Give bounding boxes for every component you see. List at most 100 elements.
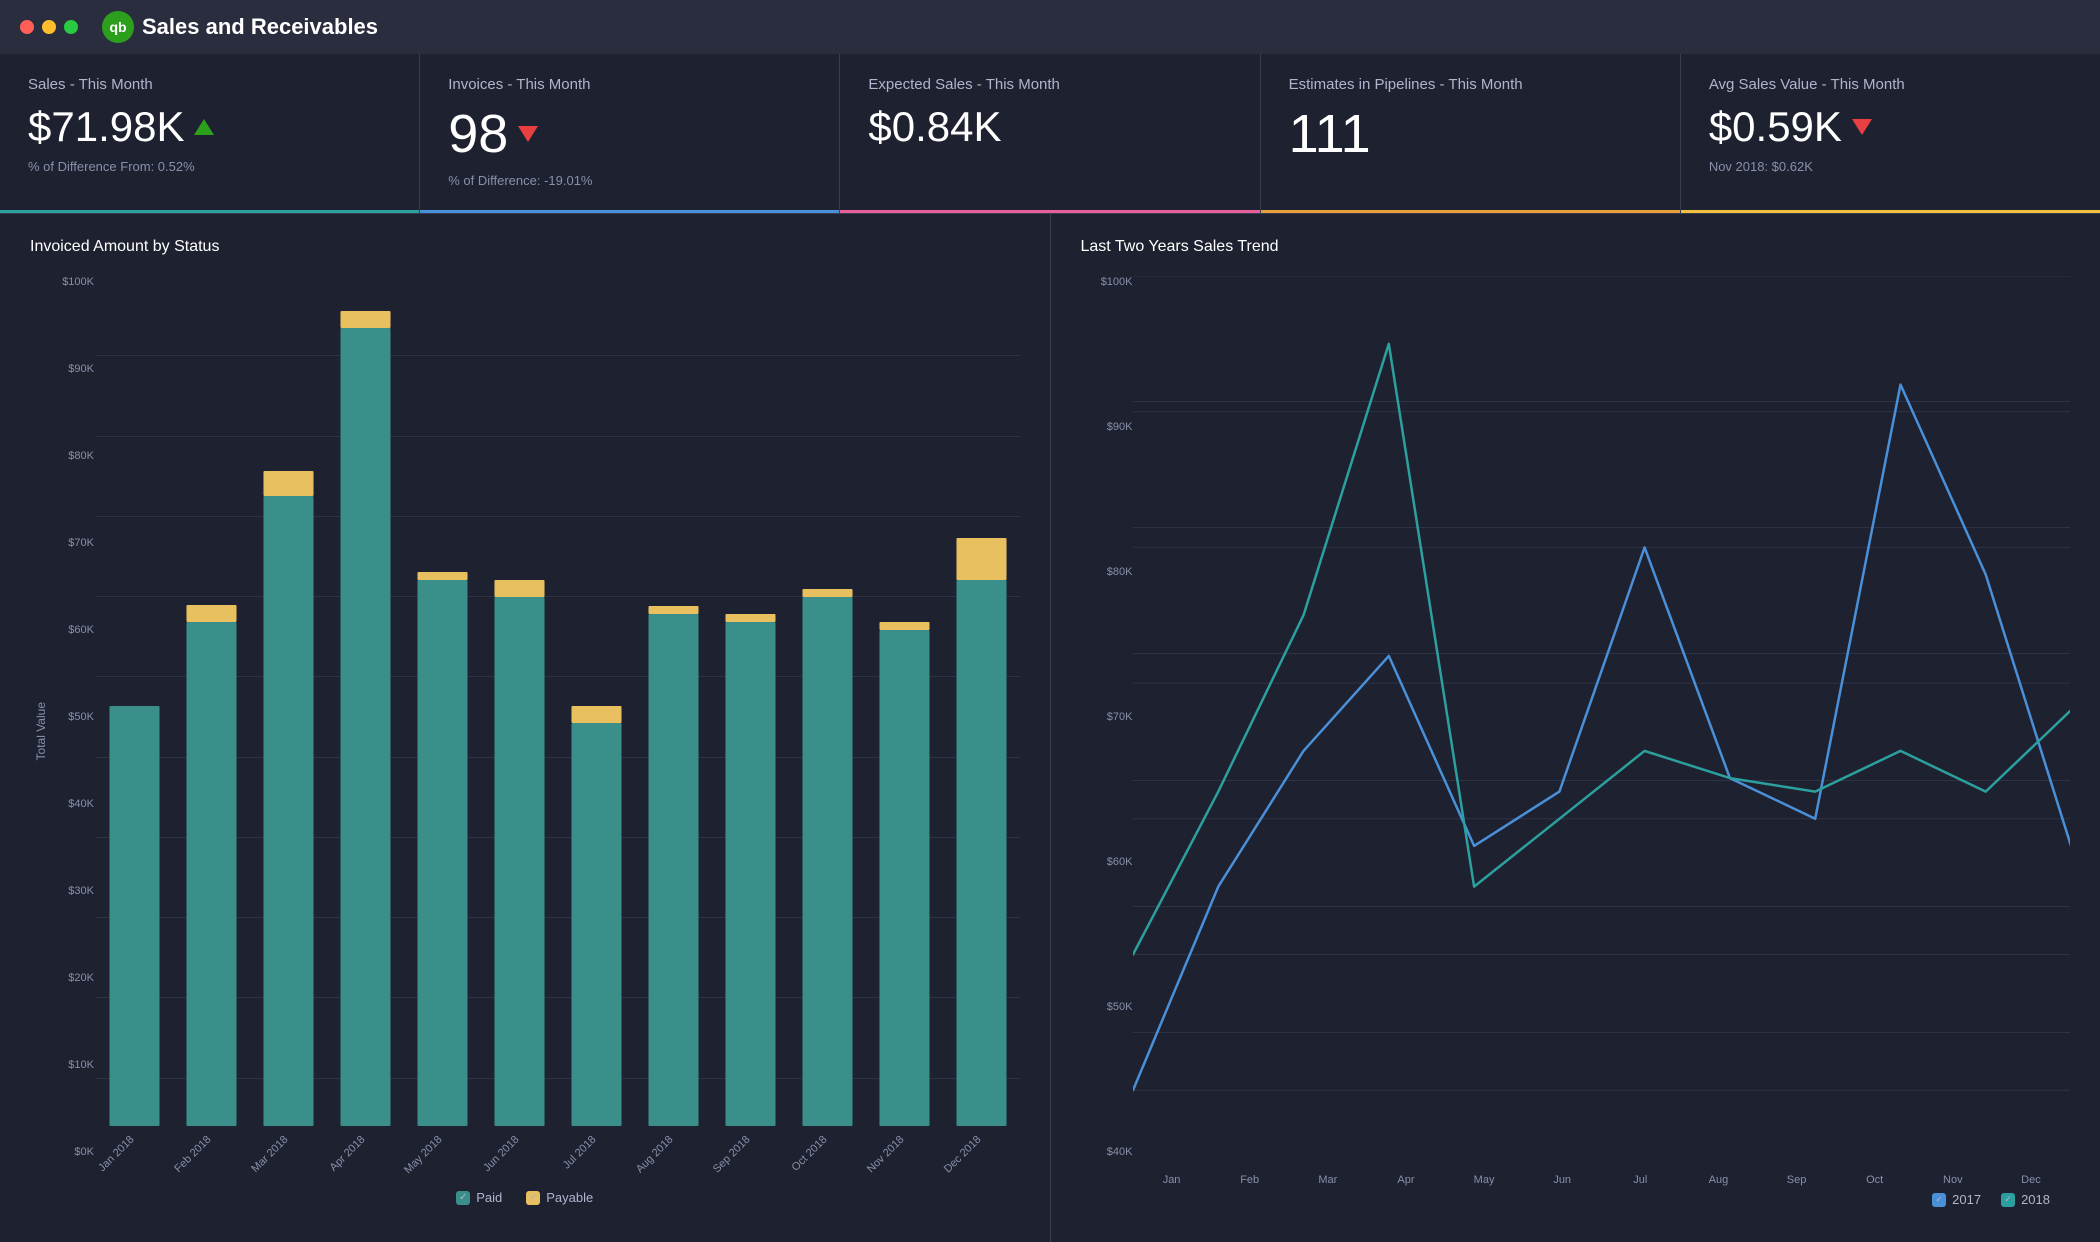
kpi-invoices-value-row: 98 [448,103,811,165]
kpi-avg-value-row: $0.59K [1709,103,2072,151]
line-legend: ✓ 2017 ✓ 2018 [1081,1192,2071,1207]
bar-chart-title: Invoiced Amount by Status [30,238,1020,256]
legend-paid-label: Paid [476,1190,502,1205]
kpi-sales-value-row: $71.98K [28,103,391,151]
kpi-sales-label: Sales - This Month [28,76,391,93]
svg-text:Aug 2018: Aug 2018 [634,1134,676,1176]
x-jun: Jun [1523,1174,1601,1186]
kpi-invoices: Invoices - This Month 98 % of Difference… [420,54,840,213]
kpi-expected-value: $0.84K [868,103,1001,151]
y-label-40k: $40K [52,798,94,810]
legend-2018-dot[interactable]: ✓ [2001,1193,2015,1207]
kpi-invoices-sub: % of Difference: -19.01% [448,173,811,188]
svg-text:Oct 2018: Oct 2018 [790,1134,830,1174]
app-title: Sales and Receivables [142,14,378,40]
maximize-button[interactable] [64,20,78,34]
kpi-sales-sub: % of Difference From: 0.52% [28,159,391,174]
arrow-down-icon [518,126,538,142]
svg-text:Jul 2018: Jul 2018 [561,1134,599,1172]
traffic-lights [20,20,78,34]
kpi-bar: Sales - This Month $71.98K % of Differen… [0,54,2100,214]
bar-legend: ✓ Paid ✓ Payable [30,1190,1020,1205]
line-chart-panel: Last Two Years Sales Trend $100K $90K $8… [1051,214,2100,1242]
minimize-button[interactable] [42,20,56,34]
charts-section: Invoiced Amount by Status Total Value [0,214,2100,1242]
kpi-avg-sales: Avg Sales Value - This Month $0.59K Nov … [1681,54,2100,213]
line-y-40k: $40K [1081,1146,1133,1158]
line-chart-area: $100K $90K $80K $70K $60K $50K $40K [1081,276,2071,1186]
svg-text:Dec 2018: Dec 2018 [942,1134,984,1176]
bar-chart-panel: Invoiced Amount by Status Total Value [0,214,1051,1242]
line-y-70k: $70K [1081,711,1133,723]
svg-text:Nov 2018: Nov 2018 [865,1134,907,1176]
legend-2017-dot[interactable]: ✓ [1932,1193,1946,1207]
y-label-70k: $70K [52,537,94,549]
svg-text:Apr 2018: Apr 2018 [328,1134,368,1174]
line-svg-wrapper: Jan Feb Mar Apr May Jun Jul Aug Sep Oct … [1133,276,2071,1186]
kpi-avg-sub: Nov 2018: $0.62K [1709,159,2072,174]
x-mar: Mar [1289,1174,1367,1186]
y-label-80k: $80K [52,450,94,462]
svg-text:Mar 2018: Mar 2018 [249,1134,290,1175]
legend-payable: ✓ Payable [526,1190,593,1205]
bar-chart-svg: Jan 2018 Feb 2018 Mar 2018 Apr 2018 May 2018… [96,276,1020,1186]
svg-text:May 2018: May 2018 [402,1134,445,1177]
arrow-up-icon [194,119,214,135]
close-button[interactable] [20,20,34,34]
arrow-down-icon-2 [1852,119,1872,135]
x-jan: Jan [1133,1174,1211,1186]
line-y-50k: $50K [1081,1001,1133,1013]
kpi-estimates-value-row: 111 [1289,103,1652,165]
y-label-0k: $0K [52,1146,94,1158]
x-dec: Dec [1992,1174,2070,1186]
line-x-labels: Jan Feb Mar Apr May Jun Jul Aug Sep Oct … [1133,1174,2071,1186]
svg-text:Feb 2018: Feb 2018 [172,1134,213,1175]
kpi-expected-sales: Expected Sales - This Month $0.84K [840,54,1260,213]
kpi-avg-label: Avg Sales Value - This Month [1709,76,2072,93]
svg-text:Jun 2018: Jun 2018 [481,1134,521,1174]
kpi-invoices-value: 98 [448,103,508,165]
legend-payable-label: Payable [546,1190,593,1205]
x-nov: Nov [1914,1174,1992,1186]
line-legend-2018: ✓ 2018 [2001,1192,2050,1207]
x-aug: Aug [1679,1174,1757,1186]
kpi-sales: Sales - This Month $71.98K % of Differen… [0,54,420,213]
bar-svg-container: Jan 2018 Feb 2018 Mar 2018 Apr 2018 May 2018… [96,276,1020,1186]
legend-2018-label: 2018 [2021,1192,2050,1207]
kpi-avg-value: $0.59K [1709,103,1842,151]
line-svg-container [1133,276,2071,1158]
svg-text:Jan 2018: Jan 2018 [96,1134,136,1174]
y-label-10k: $10K [52,1059,94,1071]
kpi-invoices-label: Invoices - This Month [448,76,811,93]
kpi-expected-value-row: $0.84K [868,103,1231,151]
y-label-60k: $60K [52,624,94,636]
kpi-expected-label: Expected Sales - This Month [868,76,1231,93]
x-sep: Sep [1758,1174,1836,1186]
kpi-sales-value: $71.98K [28,103,184,151]
x-may: May [1445,1174,1523,1186]
x-jul: Jul [1601,1174,1679,1186]
legend-paid: ✓ Paid [456,1190,502,1205]
paid-checkbox[interactable]: ✓ [456,1191,470,1205]
line-y-90k: $90K [1081,421,1133,433]
y-axis-label: Total Value [31,702,51,760]
x-apr: Apr [1367,1174,1445,1186]
kpi-estimates: Estimates in Pipelines - This Month 111 [1261,54,1681,213]
y-labels: $100K $90K $80K $70K $60K $50K $40K $30K… [52,276,96,1158]
y-label-20k: $20K [52,972,94,984]
payable-checkbox[interactable]: ✓ [526,1191,540,1205]
line-y-labels: $100K $90K $80K $70K $60K $50K $40K [1081,276,1133,1186]
y-label-30k: $30K [52,885,94,897]
line-chart-title: Last Two Years Sales Trend [1081,238,2071,256]
line-y-80k: $80K [1081,566,1133,578]
y-label-50k: $50K [52,711,94,723]
x-feb: Feb [1211,1174,1289,1186]
line-chart-svg [1133,276,2071,1158]
svg-text:Sep 2018: Sep 2018 [711,1134,753,1176]
line-y-60k: $60K [1081,856,1133,868]
app-logo: qb [102,11,134,43]
line-y-100k: $100K [1081,276,1133,288]
y-label-100k: $100K [52,276,94,288]
kpi-estimates-value: 111 [1289,103,1371,165]
titlebar: qb Sales and Receivables [0,0,2100,54]
